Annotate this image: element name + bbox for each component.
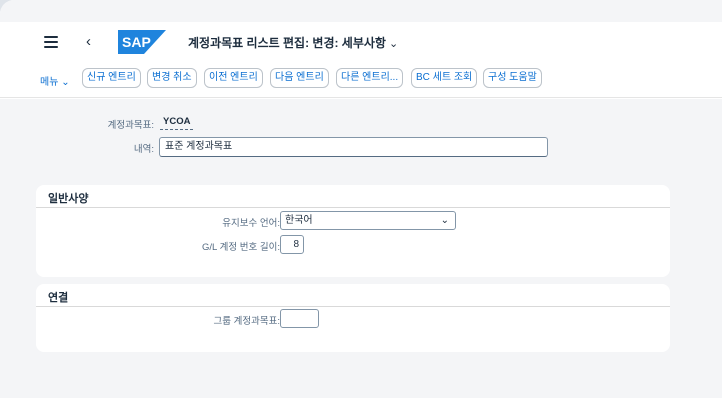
chevron-down-icon: ⌄ — [388, 38, 399, 50]
chevron-down-icon: ⌄ — [61, 77, 70, 88]
new-entry-button[interactable]: 신규 엔트리 — [82, 68, 141, 88]
link-section-title: 연결 — [48, 292, 69, 304]
gl-account-length-label: G/L 계정 번호 길이: — [202, 242, 280, 253]
toolbar: 메뉴 ⌄ 신규 엔트리 변경 취소 이전 엔트리 다음 엔트리 다른 엔트리..… — [0, 62, 722, 98]
top-band — [0, 0, 722, 22]
section-divider — [36, 207, 670, 208]
maintenance-language-select[interactable]: 한국어 ⌄ — [280, 211, 456, 230]
maintenance-language-label: 유지보수 언어: — [222, 218, 280, 229]
menu-dropdown[interactable]: 메뉴 ⌄ — [40, 73, 70, 88]
general-section-title: 일반사양 — [48, 193, 89, 205]
chart-of-accounts-value: YCOA — [160, 114, 194, 130]
config-help-button[interactable]: 구성 도움말 — [483, 68, 542, 88]
link-section: 연결 그룹 계정과목표: — [36, 284, 670, 352]
previous-entry-button[interactable]: 이전 엔트리 — [204, 68, 263, 88]
undo-change-button[interactable]: 변경 취소 — [147, 68, 197, 88]
description-label: 내역: — [133, 144, 154, 155]
hamburger-menu-icon[interactable] — [44, 36, 58, 48]
group-chart-input[interactable] — [280, 309, 319, 328]
chevron-down-icon: ⌄ — [440, 215, 449, 226]
shell-bar: ‹ SAP 계정과목표 리스트 편집: 변경: 세부사항 ⌄ — [0, 22, 722, 62]
group-chart-label: 그룹 계정과목표: — [213, 316, 280, 327]
sap-logo-text: SAP — [122, 34, 151, 50]
menu-label: 메뉴 — [40, 77, 59, 88]
content-area: 계정과목표: YCOA 내역: 표준 계정과목표 일반사양 유지보수 언어: 한… — [0, 99, 722, 398]
back-icon[interactable]: ‹ — [86, 33, 91, 50]
general-section: 일반사양 유지보수 언어: 한국어 ⌄ G/L 계정 번호 길이: 8 — [36, 185, 670, 277]
bc-set-display-button[interactable]: BC 세트 조회 — [411, 68, 478, 88]
chart-of-accounts-label: 계정과목표: — [107, 120, 154, 131]
maintenance-language-value: 한국어 — [285, 215, 313, 226]
other-entry-button[interactable]: 다른 엔트리... — [336, 68, 404, 88]
section-divider — [36, 306, 670, 307]
app-window: ‹ SAP 계정과목표 리스트 편집: 변경: 세부사항 ⌄ 메뉴 ⌄ 신규 엔트… — [0, 0, 722, 398]
sap-logo[interactable]: SAP — [118, 30, 166, 54]
description-input[interactable]: 표준 계정과목표 — [159, 137, 548, 157]
gl-account-length-input[interactable]: 8 — [280, 235, 304, 254]
app-title-text: 계정과목표 리스트 편집: 변경: 세부사항 — [188, 36, 386, 50]
app-title[interactable]: 계정과목표 리스트 편집: 변경: 세부사항 ⌄ — [188, 34, 398, 51]
next-entry-button[interactable]: 다음 엔트리 — [270, 68, 329, 88]
